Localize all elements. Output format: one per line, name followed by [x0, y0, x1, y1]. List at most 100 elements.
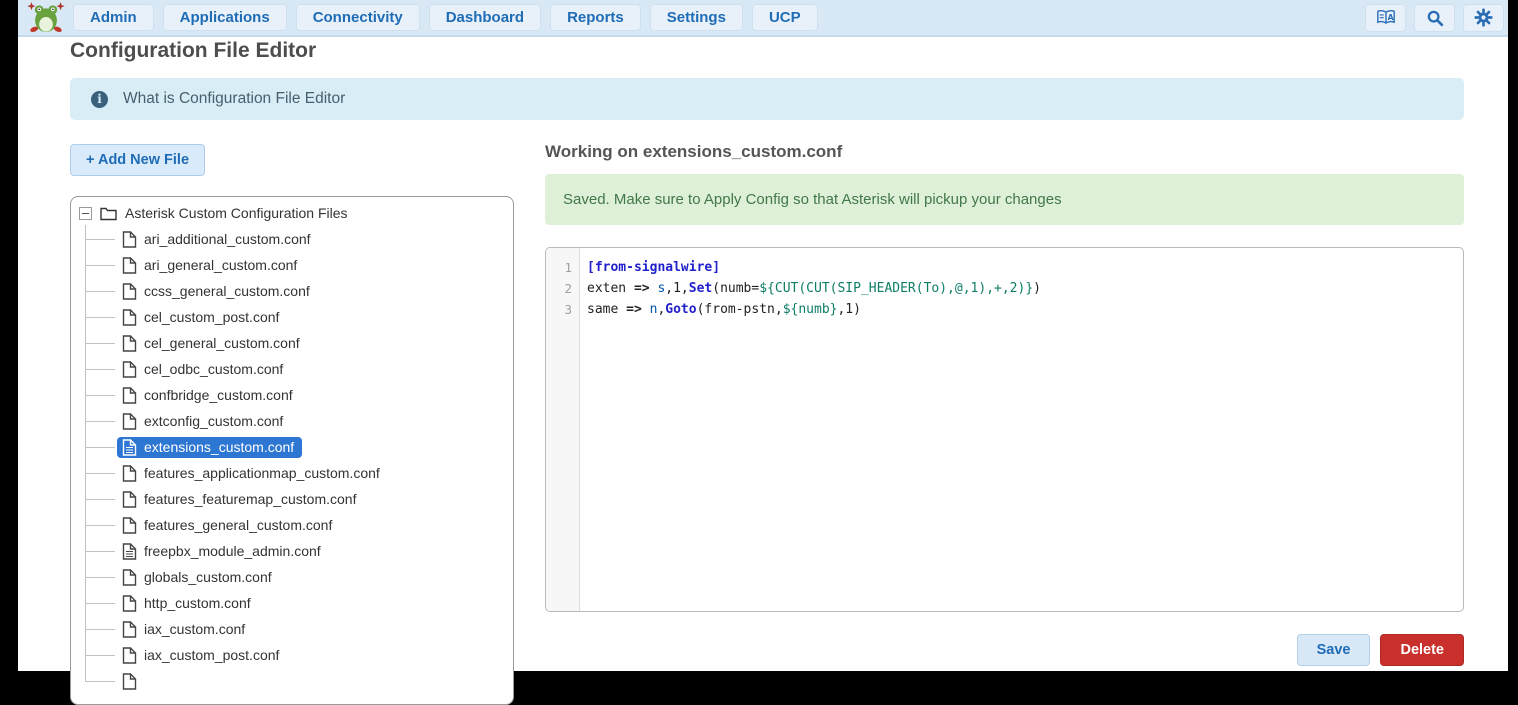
- file-icon: [122, 231, 137, 248]
- file-name-label: http_custom.conf: [144, 595, 251, 611]
- file-name-label: ari_general_custom.conf: [144, 257, 297, 273]
- tree-item-freepbx_module_admin.conf: freepbx_module_admin.conf: [71, 538, 513, 564]
- tree-item-features_featuremap_custom.conf: features_featuremap_custom.conf: [71, 486, 513, 512]
- info-banner-text: What is Configuration File Editor: [123, 90, 345, 108]
- save-success-alert: Saved. Make sure to Apply Config so that…: [545, 174, 1464, 225]
- file-tree-panel: Asterisk Custom Configuration Files ari_…: [70, 196, 514, 705]
- tree-item-target[interactable]: ccss_general_custom.conf: [117, 281, 318, 302]
- file-icon: [122, 361, 137, 378]
- code-line: [from-signalwire]: [587, 257, 1041, 278]
- language-translate-button[interactable]: A: [1365, 4, 1406, 32]
- code-area: [from-signalwire]exten => s,1,Set(numb=$…: [580, 248, 1041, 611]
- tree-item-partial: [71, 668, 513, 694]
- translate-icon: A: [1376, 9, 1396, 26]
- tree-item-extensions_custom.conf: extensions_custom.conf: [71, 434, 513, 460]
- tree-item-target[interactable]: iax_custom.conf: [117, 619, 253, 640]
- nav-item-reports[interactable]: Reports: [550, 4, 641, 31]
- file-icon: [122, 439, 137, 456]
- file-name-label: freepbx_module_admin.conf: [144, 543, 321, 559]
- file-icon: [122, 543, 137, 560]
- tree-item-target[interactable]: globals_custom.conf: [117, 567, 280, 588]
- nav-item-ucp[interactable]: UCP: [752, 4, 818, 31]
- tree-item-target[interactable]: cel_odbc_custom.conf: [117, 359, 291, 380]
- file-icon: [122, 309, 137, 326]
- search-button[interactable]: [1414, 4, 1455, 32]
- folder-icon: [100, 206, 117, 221]
- tree-item-ari_additional_custom.conf: ari_additional_custom.conf: [71, 226, 513, 252]
- file-name-label: extensions_custom.conf: [144, 439, 294, 455]
- file-icon: [122, 465, 137, 482]
- tree-item-target[interactable]: ari_additional_custom.conf: [117, 229, 319, 250]
- file-name-label: cel_custom_post.conf: [144, 309, 279, 325]
- nav-item-connectivity[interactable]: Connectivity: [296, 4, 420, 31]
- tree-root-node[interactable]: Asterisk Custom Configuration Files: [79, 200, 348, 226]
- file-icon: [122, 673, 137, 690]
- freepbx-logo-icon[interactable]: [25, 1, 67, 35]
- line-number-gutter: 123: [546, 248, 580, 611]
- tree-item-cel_custom_post.conf: cel_custom_post.conf: [71, 304, 513, 330]
- nav-item-settings[interactable]: Settings: [650, 4, 743, 31]
- nav-item-admin[interactable]: Admin: [73, 4, 154, 31]
- tree-item-target[interactable]: iax_custom_post.conf: [117, 645, 287, 666]
- info-banner[interactable]: i What is Configuration File Editor: [70, 78, 1464, 120]
- tree-item-confbridge_custom.conf: confbridge_custom.conf: [71, 382, 513, 408]
- file-name-label: features_general_custom.conf: [144, 517, 332, 533]
- nav-item-dashboard[interactable]: Dashboard: [429, 4, 541, 31]
- delete-button[interactable]: Delete: [1380, 634, 1464, 666]
- tree-item-target[interactable]: [117, 671, 145, 692]
- file-name-label: ari_additional_custom.conf: [144, 231, 311, 247]
- tree-item-iax_custom.conf: iax_custom.conf: [71, 616, 513, 642]
- tree-item-target[interactable]: cel_general_custom.conf: [117, 333, 308, 354]
- add-new-file-label: Add New File: [98, 152, 189, 168]
- tree-item-iax_custom_post.conf: iax_custom_post.conf: [71, 642, 513, 668]
- gear-icon: [1474, 8, 1493, 27]
- tree-item-target[interactable]: http_custom.conf: [117, 593, 259, 614]
- file-icon: [122, 569, 137, 586]
- nav-item-applications[interactable]: Applications: [163, 4, 287, 31]
- navbar: Admin Applications Connectivity Dashboard Re…: [18, 0, 1508, 37]
- file-name-label: cel_general_custom.conf: [144, 335, 300, 351]
- info-icon: i: [91, 91, 108, 108]
- tree-item-target[interactable]: extconfig_custom.conf: [117, 411, 291, 432]
- tree-item-http_custom.conf: http_custom.conf: [71, 590, 513, 616]
- file-icon: [122, 335, 137, 352]
- file-icon: [122, 413, 137, 430]
- file-name-label: extconfig_custom.conf: [144, 413, 283, 429]
- file-icon: [122, 517, 137, 534]
- editor-actions: Save Delete: [545, 634, 1464, 666]
- file-name-label: globals_custom.conf: [144, 569, 272, 585]
- collapse-expander-icon[interactable]: [79, 207, 92, 220]
- tree-item-target[interactable]: extensions_custom.conf: [117, 437, 302, 458]
- tree-item-target[interactable]: features_applicationmap_custom.conf: [117, 463, 388, 484]
- tree-item-target[interactable]: freepbx_module_admin.conf: [117, 541, 329, 562]
- line-number: 2: [546, 278, 579, 299]
- app-window: Admin Applications Connectivity Dashboard Re…: [18, 0, 1508, 671]
- file-icon: [122, 647, 137, 664]
- file-name-label: features_applicationmap_custom.conf: [144, 465, 380, 481]
- tree-item-target[interactable]: features_general_custom.conf: [117, 515, 340, 536]
- main-menu: Admin Applications Connectivity Dashboard Re…: [73, 4, 818, 31]
- file-icon: [122, 283, 137, 300]
- tree-item-target[interactable]: confbridge_custom.conf: [117, 385, 301, 406]
- navbar-right-icons: A: [1365, 4, 1504, 32]
- tree-item-features_general_custom.conf: features_general_custom.conf: [71, 512, 513, 538]
- page-title: Configuration File Editor: [70, 39, 316, 63]
- file-name-label: cel_odbc_custom.conf: [144, 361, 283, 377]
- tree-item-cel_general_custom.conf: cel_general_custom.conf: [71, 330, 513, 356]
- line-number: 1: [546, 257, 579, 278]
- code-line: same => n,Goto(from-pstn,${numb},1): [587, 299, 1041, 320]
- tree-item-extconfig_custom.conf: extconfig_custom.conf: [71, 408, 513, 434]
- tree-item-target[interactable]: ari_general_custom.conf: [117, 255, 305, 276]
- settings-gear-button[interactable]: [1463, 4, 1504, 32]
- file-name-label: confbridge_custom.conf: [144, 387, 293, 403]
- code-editor[interactable]: 123 [from-signalwire]exten => s,1,Set(nu…: [545, 247, 1464, 612]
- save-button[interactable]: Save: [1297, 634, 1371, 666]
- file-name-label: iax_custom.conf: [144, 621, 245, 637]
- tree-item-target[interactable]: cel_custom_post.conf: [117, 307, 287, 328]
- add-new-file-button[interactable]: + Add New File: [70, 144, 205, 176]
- tree-item-target[interactable]: features_featuremap_custom.conf: [117, 489, 364, 510]
- search-icon: [1426, 9, 1444, 27]
- file-icon: [122, 621, 137, 638]
- tree-item-globals_custom.conf: globals_custom.conf: [71, 564, 513, 590]
- file-icon: [122, 491, 137, 508]
